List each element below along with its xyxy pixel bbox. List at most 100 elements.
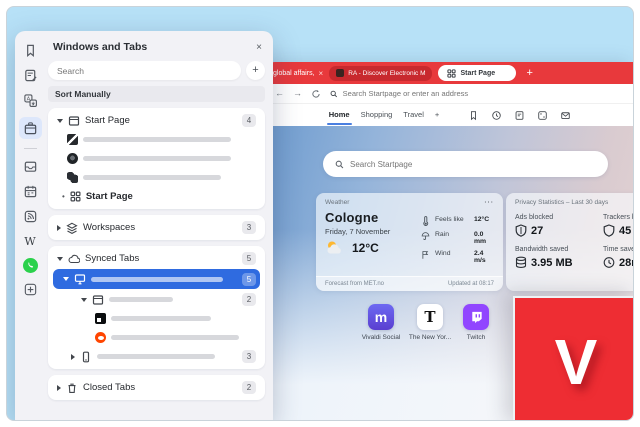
panel-search-input[interactable] xyxy=(48,61,241,80)
caret-right-icon[interactable] xyxy=(57,225,61,231)
tree-row-tab[interactable] xyxy=(53,149,260,168)
new-tab-button[interactable]: + xyxy=(526,67,532,79)
count-badge: 3 xyxy=(242,221,256,234)
add-web-panel-icon[interactable] xyxy=(22,281,39,298)
bookmarks-panel-icon[interactable] xyxy=(22,42,39,59)
tree-row-synced-mobile[interactable]: 3 xyxy=(53,347,260,366)
speed-dial-grid-icon xyxy=(70,191,81,202)
sort-dropdown[interactable]: Sort Manually xyxy=(48,86,265,102)
thermometer-icon xyxy=(421,216,430,226)
start-nav-travel[interactable]: Travel xyxy=(403,104,424,126)
tab-global-affairs[interactable]: global affairs, × xyxy=(273,69,323,78)
tab-title-placeholder xyxy=(83,156,231,161)
bandwidth-saved-value: 3.95 MB xyxy=(531,257,573,269)
tree-row-label: Synced Tabs xyxy=(85,253,139,264)
weather-source: Forecast from MET.no xyxy=(325,281,384,287)
tree-row-label: Start Page xyxy=(85,115,130,126)
feeds-panel-icon[interactable] xyxy=(22,208,39,225)
games-icon[interactable] xyxy=(537,110,548,121)
caret-down-icon[interactable] xyxy=(57,119,63,123)
start-page: Weather ··· Cologne Friday, 7 November 1… xyxy=(267,126,633,420)
vivaldi-logo-tile: V xyxy=(513,296,634,421)
address-input[interactable] xyxy=(343,89,625,98)
site-favicon xyxy=(95,332,106,343)
tree-row-start-page-window[interactable]: Start Page 4 xyxy=(53,111,260,130)
tab-title: global affairs, xyxy=(273,70,315,77)
back-button[interactable]: ← xyxy=(275,89,284,98)
notes-icon[interactable] xyxy=(514,110,525,121)
mail-icon[interactable] xyxy=(560,110,571,121)
speed-dial-twitch[interactable]: Twitch xyxy=(448,304,504,341)
tree-row-synced-window[interactable]: 2 xyxy=(53,290,260,309)
time-saved-stat: Time saved 28m xyxy=(603,246,634,269)
desktop-background: global affairs, × RA - Discover Electron… xyxy=(6,6,634,421)
startpage-search-input[interactable] xyxy=(350,160,580,169)
tree-row-synced-tab[interactable] xyxy=(53,328,260,347)
feels-like-label: Feels like xyxy=(435,216,471,226)
tree-row-tab[interactable] xyxy=(53,168,260,187)
forward-button[interactable]: → xyxy=(293,89,302,98)
weather-title: Weather xyxy=(325,199,349,206)
tree-row-synced-tabs[interactable]: Synced Tabs 5 xyxy=(53,249,260,268)
wind-flag-icon xyxy=(421,250,430,260)
window-icon xyxy=(68,115,80,127)
tree-row-synced-desktop-selected[interactable]: 5 xyxy=(53,269,260,289)
calendar-panel-icon[interactable] xyxy=(22,183,39,200)
translate-panel-icon[interactable]: A xyxy=(22,92,39,109)
notes-panel-icon[interactable] xyxy=(22,67,39,84)
windows-panel-icon-active[interactable] xyxy=(19,117,42,139)
tree-row-workspaces[interactable]: Workspaces 3 xyxy=(53,218,260,237)
weather-menu-button[interactable]: ··· xyxy=(485,199,495,206)
reload-button[interactable] xyxy=(311,89,321,99)
sun-cloud-icon xyxy=(325,240,347,255)
site-favicon xyxy=(67,153,78,164)
panel-close-icon[interactable]: × xyxy=(256,42,262,53)
caret-right-icon[interactable] xyxy=(71,354,75,360)
tab-ra-discover[interactable]: RA - Discover Electronic M xyxy=(329,66,432,81)
tab-count-badge: 4 xyxy=(242,114,256,127)
start-nav-home[interactable]: Home xyxy=(329,104,350,126)
rain-label: Rain xyxy=(435,231,471,245)
panel-title: Windows and Tabs xyxy=(53,41,147,53)
vivaldi-logo: V xyxy=(555,330,598,394)
tab-title: RA - Discover Electronic M xyxy=(348,70,425,77)
panel-content: Windows and Tabs × + Sort Manually Start… xyxy=(45,31,273,420)
add-window-button[interactable]: + xyxy=(246,61,265,80)
caret-down-icon[interactable] xyxy=(63,277,69,281)
count-badge: 3 xyxy=(242,350,256,363)
close-icon[interactable]: × xyxy=(319,69,324,78)
site-favicon xyxy=(67,134,78,145)
privacy-title: Privacy Statistics – Last 30 days xyxy=(506,193,634,206)
wikipedia-web-panel-icon[interactable]: W xyxy=(22,233,39,250)
start-nav-add-button[interactable]: + xyxy=(435,104,439,126)
workspaces-icon xyxy=(66,222,78,234)
speed-dial-vivaldi-social[interactable]: m Vivaldi Social xyxy=(353,304,409,341)
active-tab-bullet: • xyxy=(62,192,65,201)
bookmarks-icon[interactable] xyxy=(468,110,479,121)
tree-row-closed-tabs[interactable]: Closed Tabs 2 xyxy=(53,378,260,397)
start-nav-shopping[interactable]: Shopping xyxy=(361,104,393,126)
history-icon[interactable] xyxy=(491,110,502,121)
tree-row-tab[interactable] xyxy=(53,130,260,149)
tree-row-start-page-tab[interactable]: • Start Page xyxy=(53,187,260,206)
closed-tabs-card: Closed Tabs 2 xyxy=(48,375,265,400)
tab-title-placeholder xyxy=(111,335,239,340)
tab-start-page-active[interactable]: Start Page xyxy=(438,65,516,81)
clock-icon xyxy=(603,256,615,269)
mail-panel-icon[interactable] xyxy=(22,158,39,175)
start-page-nav: Home Shopping Travel + xyxy=(267,104,633,126)
trackers-blocked-stat: Trackers blocked 45 xyxy=(603,214,634,237)
caret-right-icon[interactable] xyxy=(57,385,61,391)
mastodon-icon: m xyxy=(368,304,394,330)
caret-down-icon[interactable] xyxy=(57,257,63,261)
tree-row-label: Start Page xyxy=(86,191,133,202)
phone-icon xyxy=(80,351,92,363)
address-bar[interactable] xyxy=(330,89,625,98)
bandwidth-saved-label: Bandwidth saved xyxy=(515,246,599,253)
caret-down-icon[interactable] xyxy=(81,298,87,302)
startpage-search[interactable] xyxy=(323,151,608,177)
weather-updated: Updated at 08:17 xyxy=(448,281,494,287)
ads-blocked-value: 27 xyxy=(531,225,543,237)
whatsapp-web-panel-icon[interactable] xyxy=(23,258,38,273)
tree-row-synced-tab[interactable] xyxy=(53,309,260,328)
